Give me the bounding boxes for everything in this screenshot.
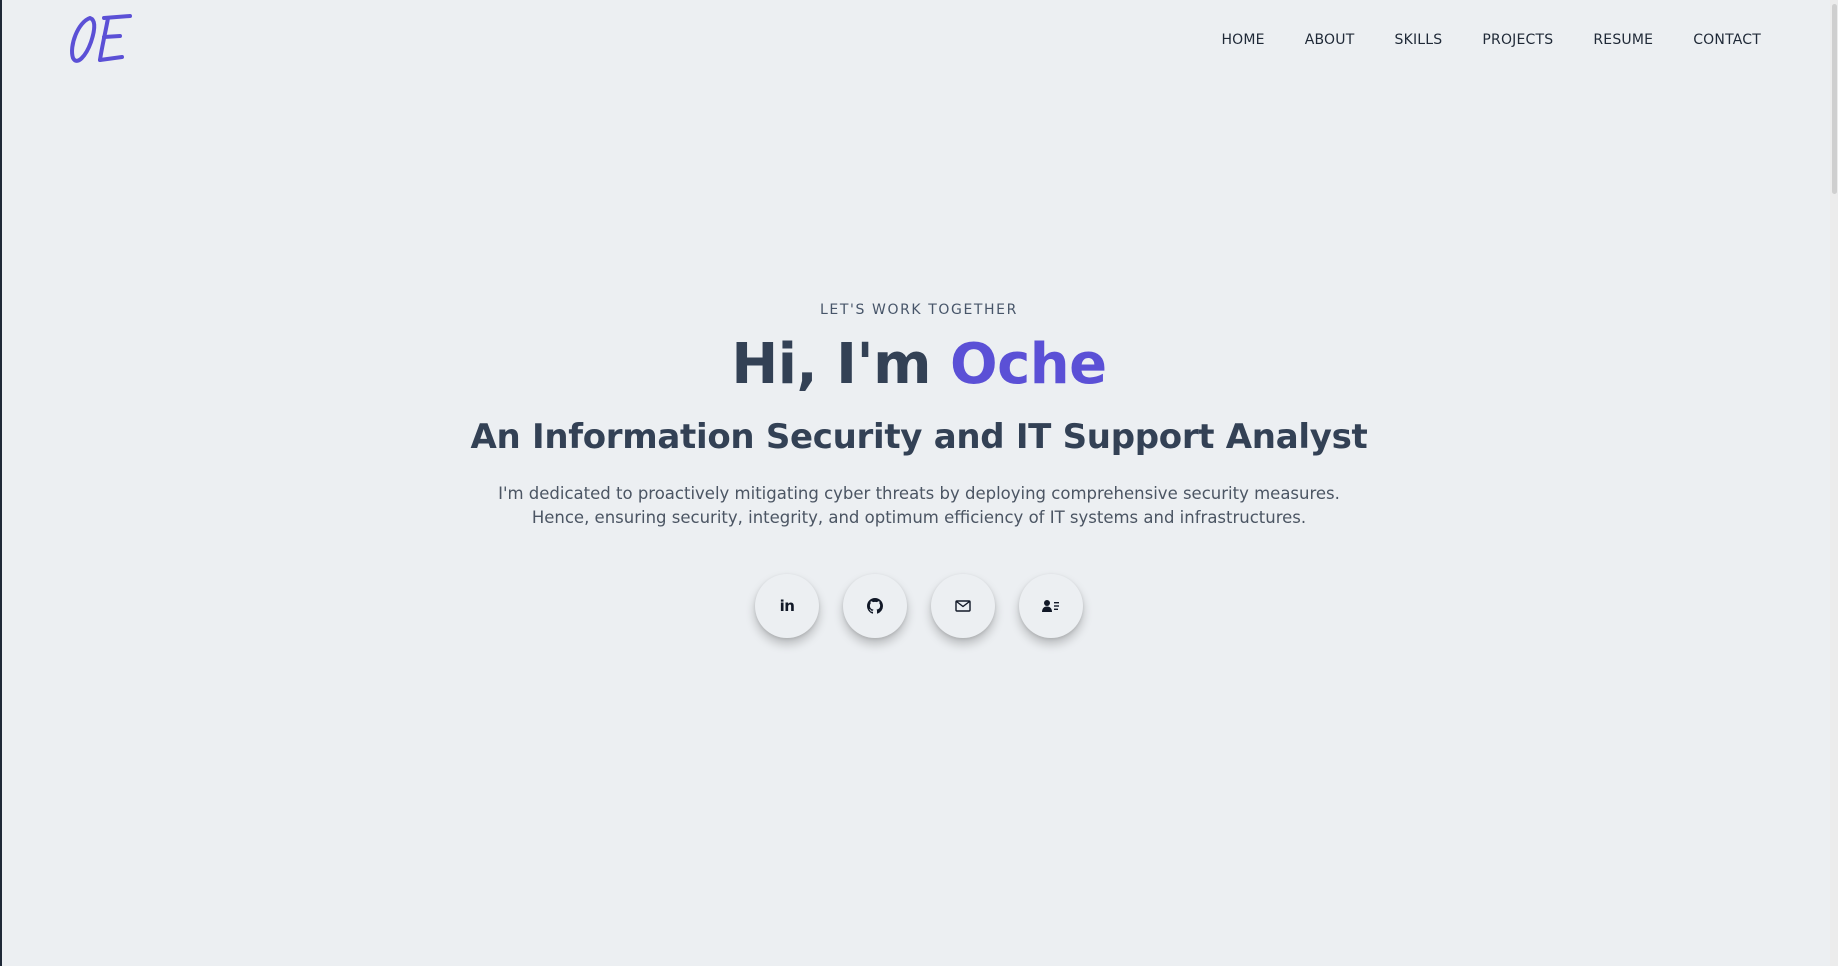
hero-eyebrow: LET'S WORK TOGETHER — [820, 302, 1018, 318]
scrollbar-thumb[interactable] — [1832, 4, 1837, 194]
nav-contact[interactable]: CONTACT — [1693, 30, 1761, 50]
site-header: HOME ABOUT SKILLS PROJECTS RESUME CONTAC… — [0, 0, 1830, 80]
mail-icon — [955, 600, 971, 612]
hero-name: Oche — [950, 332, 1107, 397]
resume-contact-button[interactable] — [1019, 574, 1083, 638]
nav-resume[interactable]: RESUME — [1593, 30, 1653, 50]
linkedin-icon: in — [779, 597, 795, 615]
scrollbar[interactable] — [1830, 0, 1838, 966]
contact-card-icon — [1042, 600, 1059, 612]
hero-section: LET'S WORK TOGETHER Hi, I'm Oche An Info… — [0, 300, 1838, 530]
hero-subtitle: An Information Security and IT Support A… — [470, 417, 1368, 457]
hero-headline: Hi, I'm Oche — [0, 330, 1838, 400]
logo[interactable] — [66, 8, 138, 66]
nav-about[interactable]: ABOUT — [1305, 30, 1355, 50]
email-button[interactable] — [931, 574, 995, 638]
github-icon — [867, 598, 883, 614]
hero-intro: I'm dedicated to proactively mitigating … — [498, 484, 1340, 527]
main-nav: HOME ABOUT SKILLS PROJECTS RESUME CONTAC… — [1221, 30, 1761, 50]
social-links: in — [0, 574, 1838, 638]
nav-projects[interactable]: PROJECTS — [1482, 30, 1553, 50]
hero-greeting: Hi, I'm — [731, 332, 950, 397]
page: HOME ABOUT SKILLS PROJECTS RESUME CONTAC… — [0, 0, 1838, 966]
nav-home[interactable]: HOME — [1221, 30, 1264, 50]
github-button[interactable] — [843, 574, 907, 638]
nav-skills[interactable]: SKILLS — [1394, 30, 1442, 50]
linkedin-button[interactable]: in — [755, 574, 819, 638]
